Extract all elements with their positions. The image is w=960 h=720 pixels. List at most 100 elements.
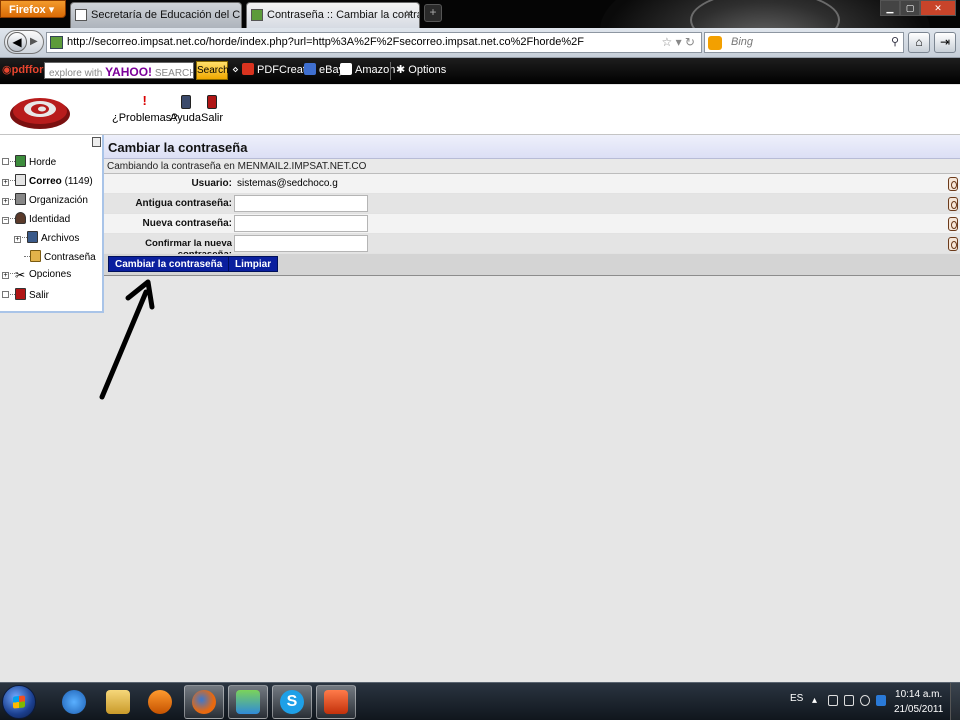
bing-engine-icon[interactable]	[708, 36, 722, 50]
dropdown-arrow-icon: ▾	[48, 4, 55, 16]
sidebar-collapse-icon[interactable]	[92, 137, 101, 147]
help-icon[interactable]	[948, 217, 958, 231]
sidebar-item-label: Horde	[29, 157, 57, 168]
powerpoint-icon	[324, 690, 348, 714]
ebay-icon	[304, 63, 316, 75]
toolbar-handle-icon[interactable]: ⋄	[232, 63, 239, 76]
sidebar-item-salir[interactable]: Salir	[2, 288, 49, 306]
unread-count: (1149)	[64, 176, 93, 187]
confirm-password-field[interactable]	[234, 235, 368, 252]
tab-secretaria[interactable]: Secretaría de Educación del Chocó	[70, 2, 242, 28]
amazon-button[interactable]: Amazon	[340, 63, 395, 76]
logout-icon	[207, 95, 217, 109]
sidebar-item-organizacion[interactable]: + Organización	[2, 193, 88, 211]
yahoo-search-button[interactable]: Search	[196, 61, 229, 80]
user-icon	[15, 212, 26, 224]
start-button[interactable]	[2, 685, 36, 719]
volume-icon[interactable]	[860, 695, 870, 706]
taskbar-skype[interactable]: S	[272, 685, 312, 719]
page-title: Cambiar la contraseña	[104, 135, 960, 159]
logout-label: Salir	[201, 112, 224, 124]
bookmark-star-icon[interactable]: ☆ ▾ ↻	[661, 35, 695, 49]
logout-link[interactable]: Salir	[201, 95, 223, 124]
help-icon[interactable]	[948, 197, 958, 211]
organizer-icon	[15, 193, 26, 205]
horde-header: ! ¿Problemas? Ayuda Salir	[0, 85, 960, 135]
yahoo-placeholder: explore with	[49, 68, 103, 79]
taskbar-explorer[interactable]	[98, 685, 138, 719]
usuario-field[interactable]	[234, 175, 368, 192]
close-tab-icon[interactable]: ✕	[405, 9, 413, 20]
sidebar-item-archivos[interactable]: + Archivos	[14, 231, 79, 249]
change-password-button[interactable]: Cambiar la contraseña	[108, 256, 230, 272]
network-icon[interactable]	[844, 695, 854, 706]
tree-expand-icon[interactable]: +	[2, 198, 9, 205]
problems-link[interactable]: ! ¿Problemas?	[112, 94, 178, 124]
problems-label: ¿Problemas?	[112, 112, 178, 124]
tree-collapse-icon[interactable]: −	[2, 217, 9, 224]
dropbox-icon[interactable]	[876, 695, 886, 706]
horde-logo[interactable]	[6, 87, 72, 131]
reset-button[interactable]: Limpiar	[228, 256, 279, 272]
sidebar-item-label: Archivos	[41, 233, 80, 244]
sidebar-item-identidad[interactable]: − Identidad	[2, 212, 70, 230]
horde-icon	[15, 155, 26, 167]
taskbar-firefox[interactable]	[184, 685, 224, 719]
new-password-field[interactable]	[234, 215, 368, 232]
old-password-field[interactable]	[234, 195, 368, 212]
form-row-old-password: Antigua contraseña:	[104, 194, 960, 214]
form-row-new-password: Nueva contraseña:	[104, 214, 960, 234]
search-placeholder: Bing	[731, 36, 754, 48]
show-desktop-button[interactable]	[950, 683, 960, 720]
clock[interactable]: 10:14 a.m. 21/05/2011	[894, 687, 943, 717]
help-link[interactable]: Ayuda	[170, 95, 201, 124]
sidebar-item-label: Salir	[29, 290, 50, 301]
close-window-button[interactable]: ✕	[920, 0, 956, 16]
search-bar[interactable]: Bing ⚲	[704, 32, 904, 53]
taskbar-media-player[interactable]	[140, 685, 180, 719]
maximize-button[interactable]: ▢	[900, 0, 920, 16]
sidebar-item-horde[interactable]: Horde	[2, 155, 56, 173]
tree-expand-icon[interactable]: +	[2, 272, 9, 279]
page-favicon-icon	[251, 9, 263, 21]
taskbar-powerpoint[interactable]	[316, 685, 356, 719]
flag-icon[interactable]	[828, 695, 838, 706]
options-label: Options	[408, 64, 447, 76]
options-button[interactable]: ✱ Options	[396, 63, 446, 76]
home-button[interactable]: ⌂	[908, 32, 930, 53]
page-subtitle: Cambiando la contraseña en MENMAIL2.IMPS…	[104, 159, 960, 174]
media-player-icon	[148, 690, 172, 714]
url-bar[interactable]: http://secorreo.impsat.net.co/horde/inde…	[46, 32, 702, 53]
yahoo-search-label: SEARCH	[154, 68, 194, 79]
sidebar-item-label: Organización	[29, 195, 88, 206]
tree-expand-icon[interactable]: +	[14, 236, 21, 243]
minimize-button[interactable]: ▁	[880, 0, 900, 16]
ebay-button[interactable]: eBay	[304, 63, 344, 76]
tab-label: Contraseña :: Cambiar la contraseña	[267, 9, 419, 21]
language-indicator[interactable]: ES	[790, 693, 803, 704]
tree-expand-icon[interactable]: +	[2, 179, 9, 186]
book-icon	[180, 95, 191, 109]
tray-expand-icon[interactable]: ▴	[812, 695, 817, 706]
help-icon[interactable]	[948, 177, 958, 191]
new-password-label: Nueva contraseña:	[142, 218, 232, 229]
tab-contrasena[interactable]: Contraseña :: Cambiar la contraseña ✕	[246, 2, 420, 28]
taskbar-internet-explorer[interactable]	[54, 685, 94, 719]
sidebar-item-label: Contraseña	[44, 252, 96, 263]
sidebar-item-contrasena[interactable]: Contraseña	[24, 250, 96, 268]
forward-button[interactable]: ▶	[30, 36, 38, 47]
firefox-menu-button[interactable]: Firefox ▾	[0, 0, 66, 18]
url-text: http://secorreo.impsat.net.co/horde/inde…	[67, 36, 584, 48]
yahoo-search-input[interactable]: explore with YAHOO! SEARCH ▾	[44, 62, 194, 79]
search-icon[interactable]: ⚲	[891, 35, 899, 48]
help-icon[interactable]	[948, 237, 958, 251]
mail-icon	[15, 174, 26, 186]
taskbar-messenger[interactable]	[228, 685, 268, 719]
site-identity-icon[interactable]	[50, 36, 63, 49]
back-button[interactable]: ◀	[7, 32, 27, 52]
addon-button[interactable]: ⇥	[934, 32, 956, 53]
form-row-confirm-password: Confirmar la nueva contraseña:	[104, 234, 960, 260]
new-tab-button[interactable]: +	[424, 4, 442, 22]
sidebar-item-opciones[interactable]: + ✂ Opciones	[2, 269, 71, 287]
sidebar-item-correo[interactable]: + Correo (1149)	[2, 174, 93, 192]
